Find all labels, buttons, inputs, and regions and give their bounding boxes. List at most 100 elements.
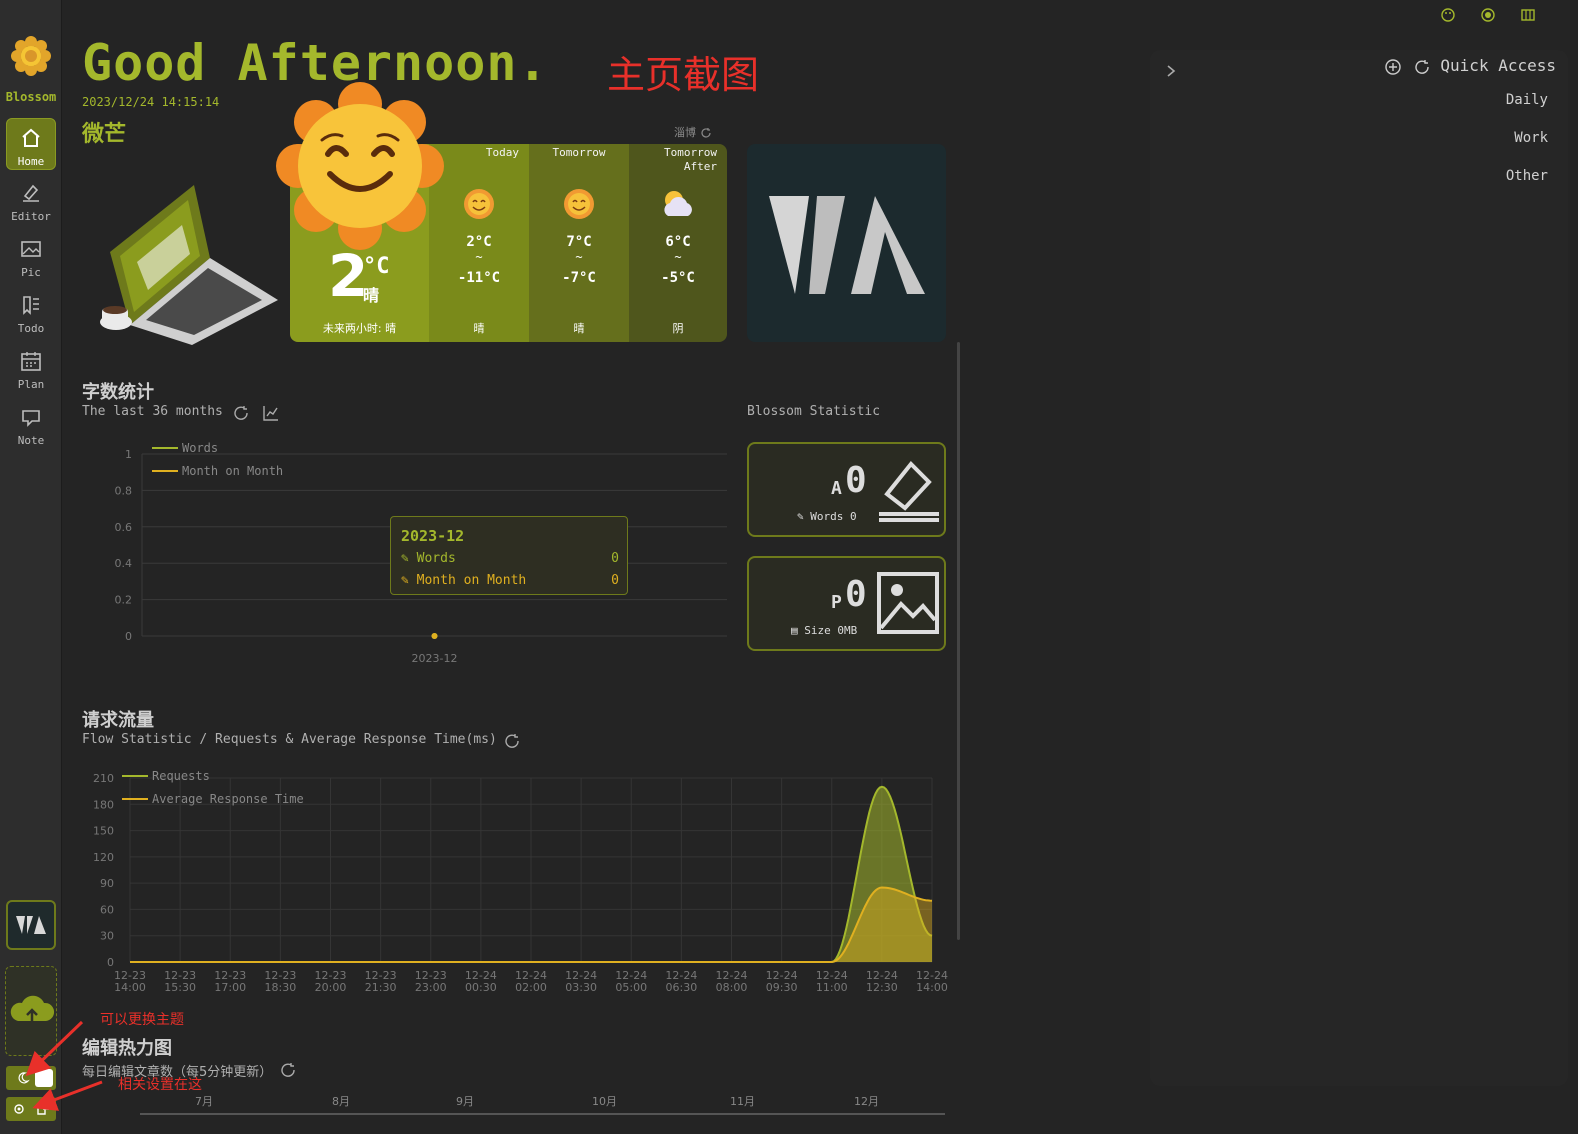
x-tick-label: 21:30 [365,981,397,994]
x-tick-label: 23:00 [415,981,447,994]
nav-label: Plan [17,378,45,391]
y-tick-label: 0 [125,630,132,643]
sidebar: Blossom Home Editor Pic Todo Plan Note [0,0,62,1134]
refresh-icon[interactable] [232,404,250,422]
user-nickname: 微芒 [82,122,127,147]
nav-label: Todo [17,322,45,335]
words-label: ✎ Words 0 [797,510,857,523]
word-stats-title: 字数统计 [82,382,154,403]
y-tick-label: 120 [93,851,114,864]
refresh-icon[interactable] [279,1061,297,1079]
day-condition: 晴 [573,322,585,335]
y-tick-label: 180 [93,798,114,811]
x-tick-label: 11:00 [816,981,848,994]
x-tick-label: 2023-12 [412,652,458,665]
chevron-right-icon[interactable] [1164,64,1178,78]
day-low: -11°C [457,270,501,286]
temp-separator: ~ [575,250,583,264]
pics-stat-card[interactable]: P 0 ▤ Size 0MB [747,556,946,651]
add-icon[interactable] [1384,58,1402,76]
refresh-icon[interactable] [503,732,521,750]
pics-count: 0 [845,574,867,615]
todo-icon [23,296,39,315]
nav-pic[interactable]: Pic [6,230,56,282]
picture-icon [21,241,41,257]
y-tick-label: 30 [100,930,114,943]
picture-icon [877,572,939,634]
y-tick-label: 210 [93,772,114,785]
blossom-stat-title: Blossom Statistic [747,404,881,419]
nav-editor[interactable]: Editor [6,174,56,226]
editor-icon [23,184,39,202]
nav-plan[interactable]: Plan [6,342,56,394]
record-icon[interactable] [1480,7,1496,23]
x-tick-label: 14:00 [916,981,948,994]
nav-todo[interactable]: Todo [6,286,56,338]
data-point [431,633,438,639]
nav-label: Note [17,434,45,447]
nav-label: Editor [11,210,51,223]
chart-icon[interactable] [262,404,280,422]
weather-day: Today 2°C ~ -11°C 晴 [429,144,529,342]
two-hour-forecast: 未来两小时: 晴 [322,322,397,335]
y-tick-label: 1 [125,448,132,461]
weather-city-link[interactable]: 淄博 [674,124,712,140]
refresh-icon[interactable] [1413,58,1431,76]
day-label: Tomorrow After [664,146,717,173]
legend-label: Month on Month [182,464,283,478]
blossom-logo-icon [11,36,51,76]
tooltip-row-mom: ✎ Month on Month 0 [401,573,619,588]
day-high: 2°C [466,234,492,250]
temp-separator: ~ [674,250,682,264]
stat-prefix: P [831,592,842,613]
day-condition: 晴 [473,322,485,335]
user-avatar[interactable] [6,900,56,950]
month-label: 11月 [730,1095,755,1108]
x-tick-label: 08:00 [716,981,748,994]
y-tick-label: 0 [107,956,114,969]
day-label: Today [485,146,519,159]
sunny-icon [564,189,594,219]
month-label: 10月 [592,1095,617,1108]
words-stat-card[interactable]: A 0 ✎ Words 0 [747,442,946,537]
weather-day: Tomorrow 7°C ~ -7°C 晴 [529,144,629,342]
tooltip-label: Month on Month [416,573,527,588]
current-condition: 晴 [363,286,380,305]
current-datetime: 2023/12/24 14:15:14 [82,95,220,109]
columns-icon[interactable] [1520,7,1536,23]
via-logo-icon [16,916,46,934]
quick-access-item[interactable]: Other [1506,168,1548,184]
x-tick-label: 02:00 [515,981,547,994]
temp-separator: ~ [475,250,483,264]
month-label: 7月 [195,1095,213,1108]
sun-face-emoji-icon [276,82,444,250]
annotation-arrows [25,1020,103,1111]
weather-day: Tomorrow After 6°C ~ -5°C 阴 [629,144,727,342]
nav-home[interactable]: Home [6,118,56,170]
chart-tooltip: 2023-12 ✎ Words 0 ✎ Month on Month 0 [390,516,628,595]
nav-label: Home [17,155,45,168]
word-stats-subtitle: The last 36 months [82,404,223,419]
x-tick-label: 14:00 [114,981,146,994]
day-high: 7°C [566,234,592,250]
scrollbar[interactable] [957,342,960,940]
legend-label: Words [182,441,218,455]
quick-access-item[interactable]: Work [1514,130,1548,146]
x-tick-label: 03:30 [565,981,597,994]
nav-note[interactable]: Note [6,398,56,450]
pics-size-label: ▤ Size 0MB [791,624,858,637]
x-tick-label: 09:30 [766,981,798,994]
x-tick-label: 05:00 [615,981,647,994]
y-tick-label: 0.6 [115,521,133,534]
refresh-icon[interactable] [700,127,712,139]
temp-unit: °C [363,254,390,279]
annotation-title: 主页截图 [607,53,760,97]
banner-card[interactable] [747,144,946,342]
quick-access-title: Quick Access [1440,56,1556,75]
flow-title: 请求流量 [82,710,154,731]
city-name: 淄博 [674,126,696,139]
pen-icon: ✎ [401,551,417,566]
palette-icon[interactable] [1440,7,1456,23]
y-tick-label: 90 [100,877,114,890]
quick-access-item[interactable]: Daily [1506,92,1548,108]
